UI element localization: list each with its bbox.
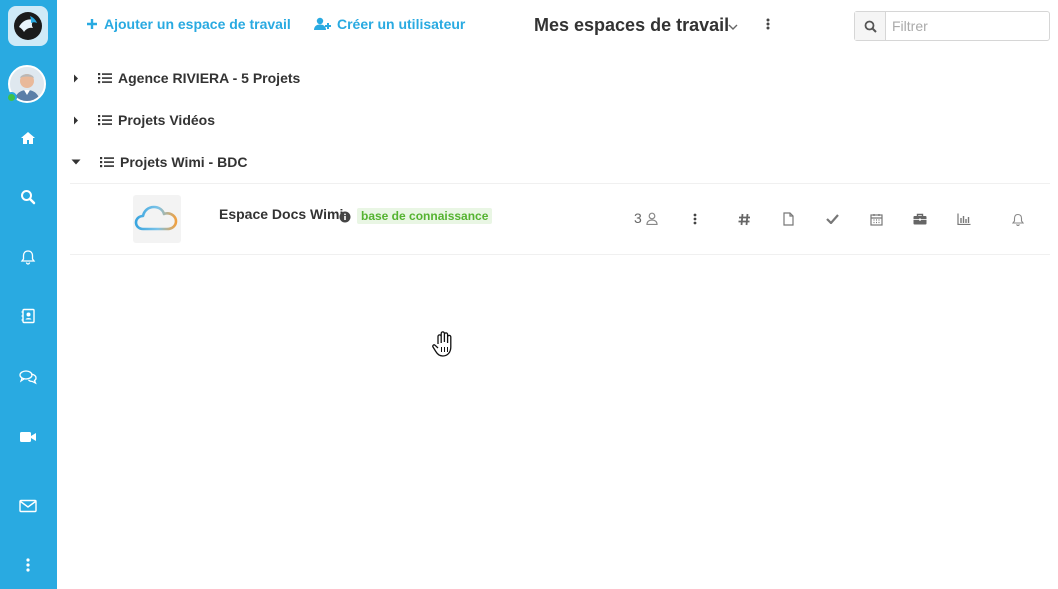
calendar-icon[interactable] bbox=[868, 211, 884, 227]
workspace-row[interactable]: Espace Docs Wimi base de connaissance 3 bbox=[70, 184, 1050, 254]
more-options-icon[interactable] bbox=[766, 17, 770, 36]
member-count[interactable]: 3 bbox=[634, 210, 658, 226]
info-icon[interactable] bbox=[339, 210, 351, 228]
search-icon[interactable] bbox=[16, 185, 40, 209]
bell-icon[interactable] bbox=[1010, 211, 1026, 227]
mail-icon[interactable] bbox=[16, 494, 40, 518]
caret-right-icon[interactable] bbox=[70, 74, 82, 83]
group-label: Projets Wimi - BDC bbox=[120, 154, 248, 170]
chevron-down-icon[interactable] bbox=[728, 18, 738, 36]
chat-icon[interactable] bbox=[16, 365, 40, 389]
group-label: Agence RIVIERA - 5 Projets bbox=[118, 70, 301, 86]
divider bbox=[70, 254, 1050, 255]
plus-icon bbox=[87, 19, 97, 29]
briefcase-icon[interactable] bbox=[912, 211, 928, 227]
list-icon bbox=[100, 156, 114, 168]
create-user-button[interactable]: Créer un utilisateur bbox=[314, 16, 465, 32]
group-row[interactable]: Projets Wimi - BDC bbox=[70, 154, 247, 170]
caret-right-icon[interactable] bbox=[70, 116, 82, 125]
app-logo[interactable] bbox=[8, 6, 48, 46]
contacts-icon[interactable] bbox=[16, 304, 40, 328]
online-status-dot bbox=[6, 92, 17, 103]
home-icon[interactable] bbox=[16, 126, 40, 150]
caret-down-icon[interactable] bbox=[70, 159, 82, 165]
more-icon[interactable] bbox=[16, 553, 40, 577]
workspace-more-icon[interactable] bbox=[687, 211, 703, 227]
top-bar: Ajouter un espace de travail Créer un ut… bbox=[57, 0, 1058, 52]
search-icon[interactable] bbox=[855, 12, 886, 40]
create-user-label: Créer un utilisateur bbox=[337, 16, 466, 32]
hashtag-icon[interactable] bbox=[736, 211, 752, 227]
file-icon[interactable] bbox=[780, 211, 796, 227]
filter-box bbox=[854, 11, 1050, 41]
page-title: Mes espaces de travail bbox=[534, 15, 730, 35]
workspace-name[interactable]: Espace Docs Wimi bbox=[219, 206, 343, 222]
add-workspace-button[interactable]: Ajouter un espace de travail bbox=[86, 16, 291, 32]
list-icon bbox=[98, 114, 112, 126]
check-icon[interactable] bbox=[824, 211, 840, 227]
video-icon[interactable] bbox=[16, 425, 40, 449]
add-workspace-label: Ajouter un espace de travail bbox=[104, 16, 291, 32]
bar-chart-icon[interactable] bbox=[956, 211, 972, 227]
workspace-thumbnail[interactable] bbox=[133, 195, 181, 243]
list-icon bbox=[98, 72, 112, 84]
member-count-value: 3 bbox=[634, 210, 642, 226]
sidebar bbox=[0, 0, 57, 589]
group-label: Projets Vidéos bbox=[118, 112, 216, 128]
user-icon bbox=[646, 212, 658, 225]
cloud-icon bbox=[134, 205, 178, 231]
group-row[interactable]: Agence RIVIERA - 5 Projets bbox=[70, 70, 300, 86]
group-row[interactable]: Projets Vidéos bbox=[70, 112, 215, 128]
workspace-tag: base de connaissance bbox=[357, 208, 493, 224]
bell-icon[interactable] bbox=[16, 245, 40, 269]
add-user-icon bbox=[314, 17, 331, 30]
hand-cursor-icon bbox=[431, 330, 457, 363]
filter-input[interactable] bbox=[886, 12, 1049, 40]
